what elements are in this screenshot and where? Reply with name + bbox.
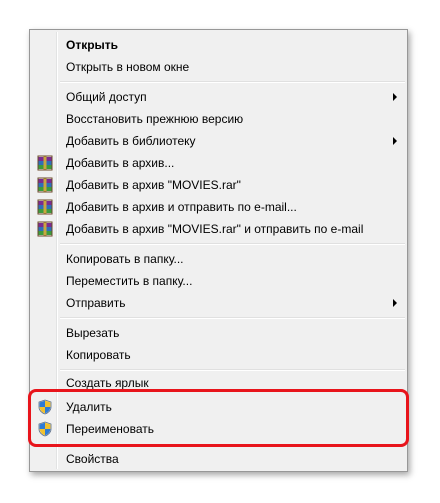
highlight-annotation-box	[28, 389, 409, 447]
menu-item-add-to-movies-rar-email[interactable]: Добавить в архив "MOVIES.rar" и отправит…	[32, 218, 405, 240]
menu-item-label: Свойства	[66, 452, 119, 466]
menu-item-cut[interactable]: Вырезать	[32, 322, 405, 344]
menu-item-share[interactable]: Общий доступ	[32, 86, 405, 108]
menu-item-label: Общий доступ	[66, 90, 147, 104]
menu-item-label: Добавить в архив "MOVIES.rar"	[66, 178, 241, 192]
menu-item-label: Копировать в папку...	[66, 252, 184, 266]
menu-item-add-to-archive-email[interactable]: Добавить в архив и отправить по e-mail..…	[32, 196, 405, 218]
winrar-archive-icon	[37, 155, 53, 171]
menu-separator	[60, 369, 405, 371]
menu-item-open[interactable]: Открыть	[32, 34, 405, 56]
winrar-archive-icon	[37, 221, 53, 237]
submenu-arrow-icon	[393, 137, 397, 145]
menu-item-label: Добавить в архив...	[66, 156, 175, 170]
menu-item-move-to-folder[interactable]: Переместить в папку...	[32, 270, 405, 292]
winrar-archive-icon	[37, 177, 53, 193]
menu-item-label: Добавить в архив и отправить по e-mail..…	[66, 200, 297, 214]
menu-item-copy[interactable]: Копировать	[32, 344, 405, 366]
submenu-arrow-icon	[393, 93, 397, 101]
menu-item-label: Добавить в библиотеку	[66, 134, 196, 148]
menu-item-copy-to-folder[interactable]: Копировать в папку...	[32, 248, 405, 270]
menu-item-label: Добавить в архив "MOVIES.rar" и отправит…	[66, 222, 364, 236]
menu-item-label: Отправить	[66, 296, 126, 310]
menu-item-add-to-library[interactable]: Добавить в библиотеку	[32, 130, 405, 152]
menu-item-label: Переместить в папку...	[66, 274, 193, 288]
winrar-archive-icon	[37, 199, 53, 215]
menu-item-label: Создать ярлык	[66, 376, 149, 390]
menu-item-label: Открыть в новом окне	[66, 60, 190, 74]
submenu-arrow-icon	[393, 299, 397, 307]
menu-item-add-to-archive[interactable]: Добавить в архив...	[32, 152, 405, 174]
menu-item-label: Открыть	[66, 38, 119, 52]
menu-separator	[60, 317, 405, 319]
menu-item-open-new-window[interactable]: Открыть в новом окне	[32, 56, 405, 78]
menu-item-properties[interactable]: Свойства	[32, 448, 405, 470]
menu-item-label: Восстановить прежнюю версию	[66, 112, 244, 126]
menu-item-send-to[interactable]: Отправить	[32, 292, 405, 314]
menu-item-label: Копировать	[66, 348, 131, 362]
menu-separator	[60, 243, 405, 245]
menu-item-restore-previous[interactable]: Восстановить прежнюю версию	[32, 108, 405, 130]
menu-item-label: Вырезать	[66, 326, 120, 340]
menu-item-add-to-movies-rar[interactable]: Добавить в архив "MOVIES.rar"	[32, 174, 405, 196]
menu-separator	[60, 81, 405, 83]
